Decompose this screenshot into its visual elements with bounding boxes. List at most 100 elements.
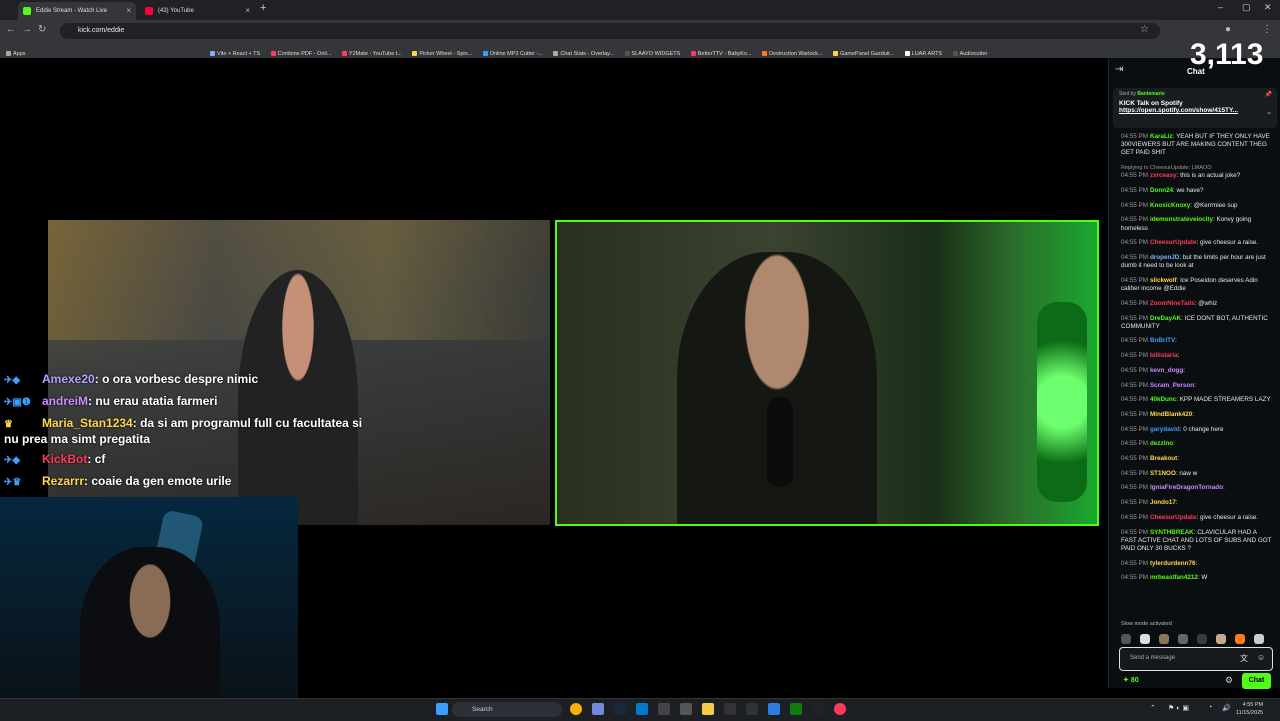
overlay-chat-line: ✈◆ KickBot: cf: [4, 452, 106, 466]
gear-icon[interactable]: ⚙: [1225, 675, 1233, 686]
message-username[interactable]: zxrceasy: [1150, 172, 1177, 179]
profile-icon[interactable]: ●: [1225, 24, 1231, 35]
chat-message: 04:55 PM IgniaFireDragonTornado:: [1121, 484, 1273, 492]
message-username[interactable]: Scram_Person: [1150, 382, 1194, 389]
emote-icon[interactable]: [1139, 634, 1150, 644]
minimize-button[interactable]: –: [1218, 2, 1223, 12]
message-username[interactable]: billistaria: [1150, 352, 1178, 359]
start-icon[interactable]: [436, 703, 448, 715]
chevron-down-icon[interactable]: ⌄: [1266, 108, 1272, 116]
message-username[interactable]: CheesurUpdate: [1150, 514, 1197, 521]
message-username[interactable]: DreDayAK: [1150, 315, 1181, 322]
message-timestamp: 04:55 PM: [1121, 574, 1148, 582]
folder-icon[interactable]: [702, 703, 714, 715]
obs-icon[interactable]: [812, 703, 824, 715]
discord-icon[interactable]: [592, 703, 604, 715]
message-username[interactable]: Donn24: [1150, 187, 1173, 194]
message-username[interactable]: ST1NOO: [1150, 470, 1176, 477]
message-username[interactable]: 40kDunc: [1150, 396, 1176, 403]
tab-youtube[interactable]: (43) YouTube ×: [140, 2, 255, 20]
emote-icon[interactable]: [1234, 634, 1245, 644]
steam-icon[interactable]: [614, 703, 626, 715]
maximize-button[interactable]: ▢: [1242, 2, 1251, 13]
message-username[interactable]: idemonstrateveiocity: [1150, 216, 1213, 223]
separator: :: [1175, 499, 1178, 507]
address-bar-row: ← → ↻ kick.com/eddie ☆ ● ⋮: [0, 20, 1280, 42]
wifi-icon[interactable]: ◔: [1208, 704, 1212, 711]
new-tab-button[interactable]: +: [260, 2, 266, 14]
message-timestamp: 04:55 PM: [1121, 455, 1148, 463]
message-username[interactable]: MindBlank420: [1150, 411, 1192, 418]
message-username[interactable]: IgniaFireDragonTornado: [1150, 484, 1223, 491]
emote-icon[interactable]: [1215, 634, 1226, 644]
message-username[interactable]: kevn_dogg: [1150, 367, 1183, 374]
chat-message: 04:55 PM slickwolf: Ice Poseidon deserves…: [1121, 277, 1273, 293]
bookmark-star-icon[interactable]: ☆: [1140, 24, 1149, 35]
app-icon[interactable]: [834, 703, 846, 715]
emote-icon[interactable]: [1158, 634, 1169, 644]
close-window-button[interactable]: ✕: [1264, 2, 1272, 13]
calculator-icon[interactable]: [680, 703, 692, 715]
taskbar-search[interactable]: Search: [452, 702, 562, 717]
url-input[interactable]: kick.com/eddie: [60, 23, 1160, 39]
pin-icon[interactable]: 📌: [1265, 91, 1272, 98]
message-username[interactable]: CheesurUpdate: [1150, 239, 1197, 246]
emote-icon[interactable]: [1177, 634, 1188, 644]
green-pc-lights: [1037, 302, 1087, 502]
message-username[interactable]: ZoomNineTails: [1150, 300, 1195, 307]
message-username[interactable]: Breakout: [1150, 455, 1177, 462]
facecam-person: [80, 547, 220, 720]
pinned-message[interactable]: Sent by Bantemarie KICK Talk on Spotify …: [1113, 88, 1277, 128]
emote-icon[interactable]: [1196, 634, 1207, 644]
message-username[interactable]: SYNTHBREAK: [1150, 529, 1194, 536]
message-username[interactable]: BnBrITV: [1150, 337, 1175, 344]
chrome-icon[interactable]: [570, 703, 582, 715]
chat-message: 04:55 PM Scram_Person:: [1121, 382, 1273, 390]
message-username[interactable]: dezzino: [1150, 440, 1173, 447]
message-username[interactable]: dropenJD: [1150, 254, 1179, 261]
volume-icon[interactable]: 🔊: [1222, 704, 1231, 712]
close-tab-icon[interactable]: ×: [245, 2, 250, 20]
pinned-link[interactable]: https://open.spotify.com/show/415TY...: [1119, 107, 1271, 114]
message-text: give cheesur a raise.: [1200, 513, 1259, 521]
emoji-icon[interactable]: ☺: [1257, 653, 1265, 662]
send-chat-button[interactable]: Chat: [1242, 673, 1271, 689]
tab-kick[interactable]: Eddie Stream - Watch Live ×: [18, 2, 136, 20]
close-tab-icon[interactable]: ×: [126, 2, 131, 20]
vscode-icon[interactable]: [636, 703, 648, 715]
youtube-favicon-icon: [145, 7, 153, 15]
emote-icon[interactable]: [1253, 634, 1264, 644]
tray-icons[interactable]: ⚑ ◐ ▣: [1168, 704, 1189, 712]
reload-icon[interactable]: ↻: [38, 24, 46, 35]
message-timestamp: 04:55 PM: [1121, 201, 1148, 209]
app-icon[interactable]: [768, 703, 780, 715]
app-icon[interactable]: [658, 703, 670, 715]
back-icon[interactable]: ←: [6, 24, 16, 35]
emote-icon[interactable]: [1121, 634, 1131, 644]
chat-message: 04:55 PM Jondo17:: [1121, 499, 1273, 507]
message-username[interactable]: slickwolf: [1150, 277, 1177, 284]
message-username[interactable]: KnoxicKnoxy: [1150, 202, 1190, 209]
message-username[interactable]: tylerdurdenn76: [1150, 560, 1196, 567]
translate-icon[interactable]: 文: [1240, 653, 1248, 664]
message-username[interactable]: KaraLiz: [1150, 133, 1173, 140]
message-timestamp: 04:55 PM: [1121, 528, 1148, 536]
chat-input[interactable]: Send a message 文 ☺: [1119, 647, 1273, 671]
app-icon[interactable]: [724, 703, 736, 715]
collapse-chat-icon[interactable]: ⇥: [1115, 64, 1123, 75]
message-timestamp: 04:55 PM: [1121, 133, 1148, 140]
message-username[interactable]: mrbeastfan4212: [1150, 574, 1198, 581]
menu-icon[interactable]: ⋮: [1262, 24, 1272, 35]
tray-chevron-icon[interactable]: ⌃: [1150, 704, 1156, 712]
message-username[interactable]: Jondo17: [1150, 499, 1176, 506]
forward-icon[interactable]: →: [22, 24, 32, 35]
message-timestamp: 04:55 PM: [1121, 513, 1148, 521]
chat-message: 04:55 PM KaraLiz: YEAH BUT IF THEY ONLY H…: [1121, 133, 1273, 158]
system-clock[interactable]: 4:55 PM 11/15/2025: [1236, 701, 1263, 717]
message-timestamp: 04:55 PM: [1121, 314, 1148, 322]
app-icon[interactable]: [746, 703, 758, 715]
message-username[interactable]: garydavid: [1150, 426, 1180, 433]
message-timestamp: 04:55 PM: [1121, 559, 1148, 567]
channel-points[interactable]: ✦ 80: [1123, 676, 1139, 684]
xbox-icon[interactable]: [790, 703, 802, 715]
